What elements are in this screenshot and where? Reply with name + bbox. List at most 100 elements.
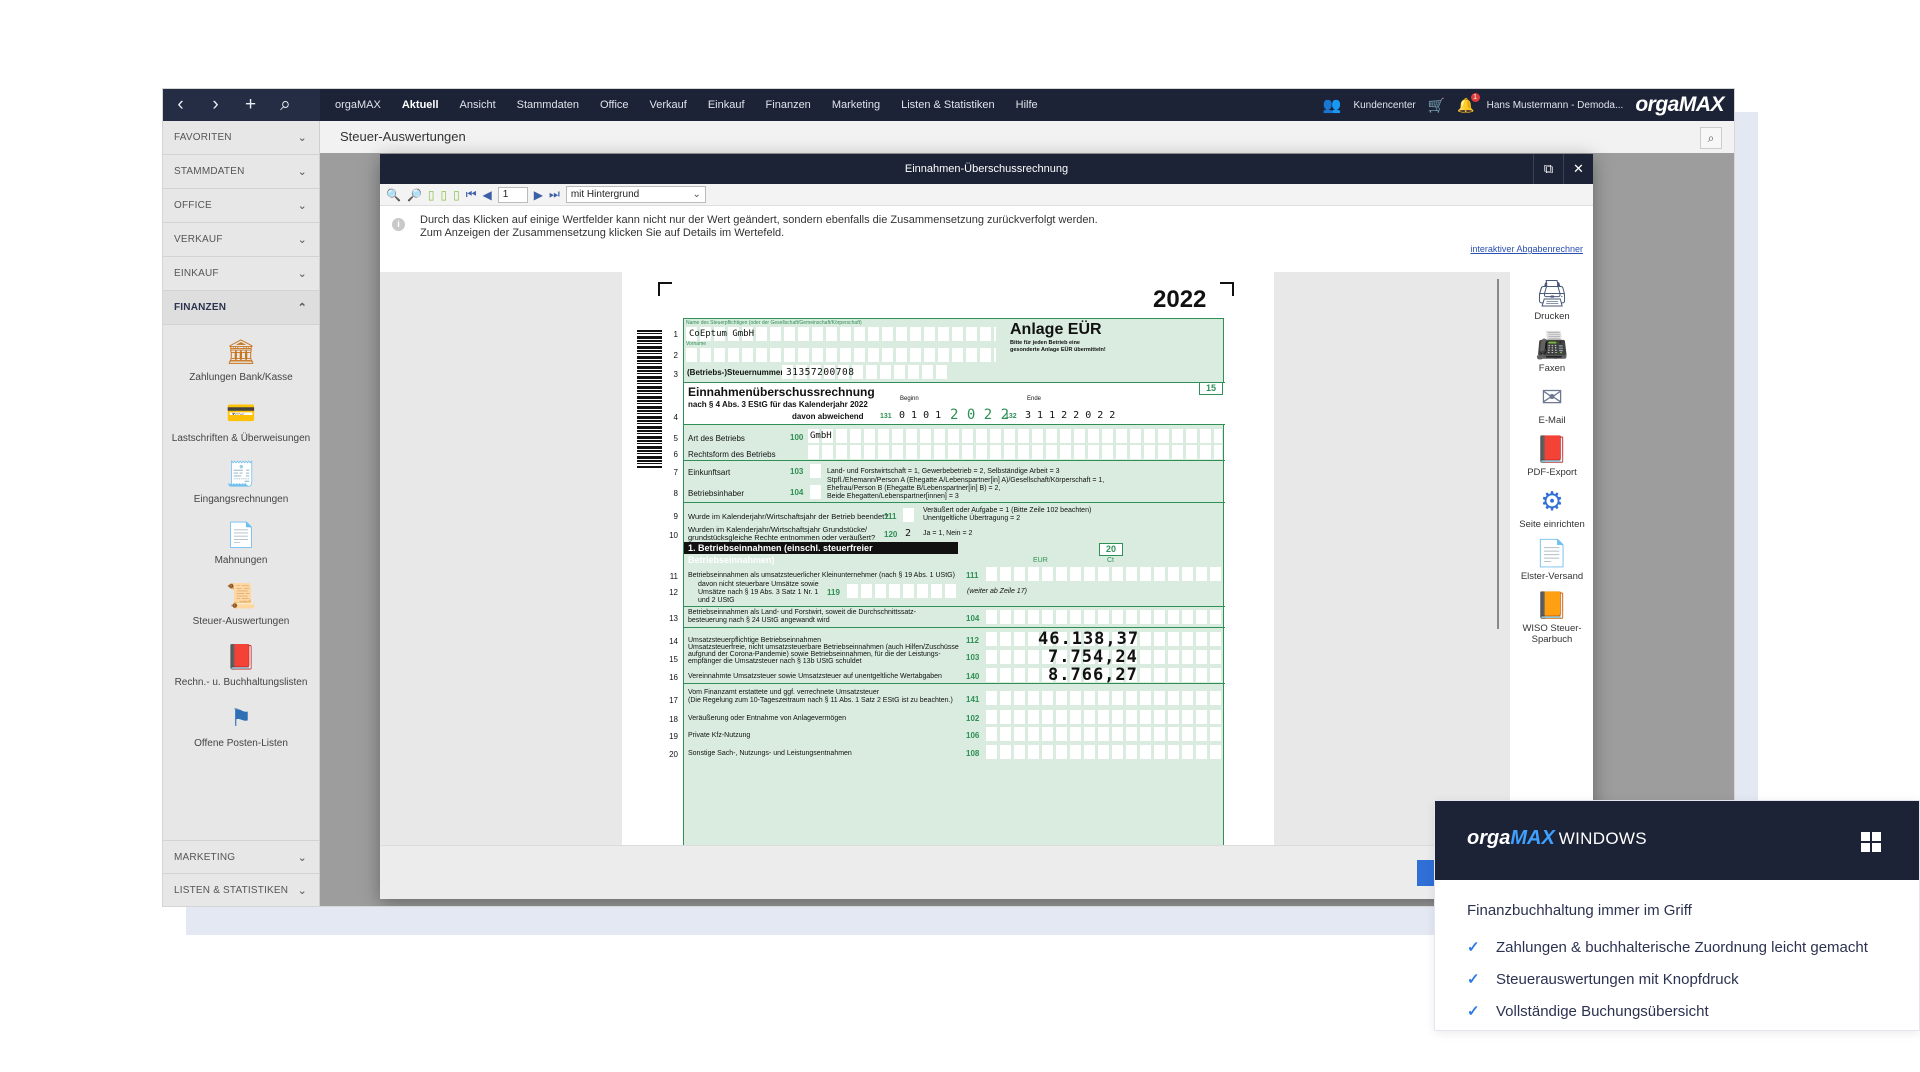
sidebar-section-office[interactable]: OFFICE ⌄ xyxy=(163,189,319,223)
end-date[interactable]: 3 1 1 2 2 0 2 2 xyxy=(1025,410,1115,421)
cart-icon[interactable]: 🛒 xyxy=(1428,97,1445,114)
search-icon[interactable]: ⌕ xyxy=(1700,127,1722,149)
menu-einkauf[interactable]: Einkauf xyxy=(708,99,745,111)
row-note: (weiter ab Zeile 17) xyxy=(967,588,1027,595)
sidebar-section-marketing[interactable]: MARKETING ⌄ xyxy=(163,840,319,874)
bell-icon[interactable]: 🔔 1 xyxy=(1457,92,1480,114)
list-item: ✓ Steuerauswertungen mit Knopfdruck xyxy=(1467,963,1919,995)
last-page-icon[interactable]: ⏭ xyxy=(549,187,560,202)
amount-boxes[interactable] xyxy=(986,691,1222,705)
transfer-icon: 💳 xyxy=(226,399,256,427)
row-code: 108 xyxy=(966,749,980,758)
list-item: ✓ Vollständige Buchungsübersicht xyxy=(1467,995,1919,1027)
menu-aktuell[interactable]: Aktuell xyxy=(402,99,439,111)
amount-boxes[interactable] xyxy=(986,567,1222,581)
books-icon: 📕 xyxy=(226,643,256,671)
viewer-scrollbar[interactable] xyxy=(1497,279,1499,629)
mail-icon: ✉ xyxy=(1541,381,1563,412)
elster-button[interactable]: 📄 Elster-Versand xyxy=(1511,538,1593,583)
zoom-out-icon[interactable]: 🔍 xyxy=(386,188,401,202)
sidebar-section-finanzen[interactable]: FINANZEN ⌃ xyxy=(163,291,319,325)
menu-stammdaten[interactable]: Stammdaten xyxy=(517,99,579,111)
sidebar-item-steuer-auswertungen[interactable]: 📜 Steuer-Auswertungen xyxy=(163,579,319,640)
art-des-betriebs-value[interactable]: GmbH xyxy=(810,431,832,441)
wiso-button[interactable]: 📙 WISO Steuer-Sparbuch xyxy=(1511,590,1593,646)
sidebar-item-label: Mahnungen xyxy=(214,555,268,566)
sidebar-item-label: Rechn.- u. Buchhaltungslisten xyxy=(174,677,308,688)
next-page-icon[interactable]: ▶ xyxy=(534,188,543,202)
anlage-title: Anlage EÜR xyxy=(1010,321,1102,338)
menu-ansicht[interactable]: Ansicht xyxy=(460,99,496,111)
amount-boxes[interactable] xyxy=(986,727,1222,741)
menu-marketing[interactable]: Marketing xyxy=(832,99,880,111)
sidebar-item-mahnungen[interactable]: 📄 Mahnungen xyxy=(163,518,319,579)
vereinnahmte-umsatzsteuer-value[interactable]: 8.766,27 xyxy=(1048,665,1138,685)
sidebar-section-favoriten[interactable]: FAVORITEN ⌄ xyxy=(163,121,319,155)
amount-boxes[interactable] xyxy=(847,584,957,598)
close-icon[interactable]: ✕ xyxy=(1563,154,1593,184)
nav-buttons: ‹ › + ⌕ xyxy=(163,89,320,121)
begin-date-year[interactable]: 2 0 2 2 xyxy=(950,407,1009,423)
amount-boxes[interactable] xyxy=(986,610,1222,624)
section-label: STAMMDATEN xyxy=(174,166,245,177)
grundstuecke-value[interactable]: 2 xyxy=(905,528,911,539)
pdf-export-button[interactable]: 📕 PDF-Export xyxy=(1511,434,1593,479)
menu-listen-statistiken[interactable]: Listen & Statistiken xyxy=(901,99,995,111)
first-page-icon[interactable]: ⏮ xyxy=(466,187,477,202)
sidebar-item-label: Eingangsrechnungen xyxy=(193,494,289,505)
menu-finanzen[interactable]: Finanzen xyxy=(766,99,811,111)
sidebar-item-zahlungen[interactable]: 🏛 Zahlungen Bank/Kasse xyxy=(163,335,319,396)
amount-boxes[interactable] xyxy=(986,745,1222,759)
report-viewer[interactable]: 2022 Name des Steuerpflichtigen (oder de… xyxy=(380,272,1510,852)
popout-icon[interactable]: ⧉ xyxy=(1533,154,1563,184)
print-button[interactable]: 🖨 Drucken xyxy=(1511,278,1593,323)
sidebar-item-rechnungslisten[interactable]: 📕 Rechn.- u. Buchhaltungslisten xyxy=(163,640,319,701)
value-box[interactable] xyxy=(903,508,914,522)
begin-date-day-month[interactable]: 0 1 0 1 xyxy=(899,410,941,421)
row-code: 112 xyxy=(966,636,979,645)
abgabenrechner-link[interactable]: interaktiver Abgabenrechner xyxy=(1470,243,1583,256)
divider xyxy=(684,627,1225,628)
menu-orgamax[interactable]: orgaMAX xyxy=(335,99,381,111)
users-icon[interactable]: 👥 xyxy=(1323,96,1342,114)
fax-button[interactable]: 📠 Faxen xyxy=(1511,330,1593,375)
page-single-icon[interactable]: ▯ xyxy=(428,188,435,202)
sidebar-section-verkauf[interactable]: VERKAUF ⌄ xyxy=(163,223,319,257)
page-setup-button[interactable]: ⚙ Seite einrichten xyxy=(1511,486,1593,531)
sidebar-section-listen[interactable]: LISTEN & STATISTIKEN ⌄ xyxy=(163,874,319,906)
sidebar-section-einkauf[interactable]: EINKAUF ⌄ xyxy=(163,257,319,291)
search-icon[interactable]: ⌕ xyxy=(268,89,303,121)
sidebar-item-lastschriften[interactable]: 💳 Lastschriften & Überweisungen xyxy=(163,396,319,457)
add-icon[interactable]: + xyxy=(233,89,268,121)
page-double-icon[interactable]: ▯ xyxy=(441,188,448,202)
page-number-input[interactable]: 1 xyxy=(497,186,528,203)
value-box[interactable] xyxy=(810,485,821,499)
row-code: 119 xyxy=(827,588,840,597)
email-button[interactable]: ✉ E-Mail xyxy=(1511,381,1593,427)
sidebar-section-stammdaten[interactable]: STAMMDATEN ⌄ xyxy=(163,155,319,189)
amount-boxes[interactable] xyxy=(986,710,1222,724)
umsatzsteuerpflichtige-einnahmen-value[interactable]: 46.138,37 xyxy=(1038,629,1139,649)
line-number: 20 xyxy=(669,750,678,759)
row-label: Vom Finanzamt erstattete und ggf. verrec… xyxy=(688,689,880,696)
background-select[interactable]: mit Hintergrund ⌄ xyxy=(565,186,706,203)
kundencenter-link[interactable]: Kundencenter xyxy=(1353,100,1415,111)
barcode xyxy=(637,330,662,468)
code-132: 132 xyxy=(1005,413,1017,420)
menu-hilfe[interactable]: Hilfe xyxy=(1016,99,1038,111)
umsatzsteuerfreie-einnahmen-value[interactable]: 7.754,24 xyxy=(1048,647,1138,667)
sidebar-item-offene-posten[interactable]: ⚑ Offene Posten-Listen xyxy=(163,701,319,762)
menu-office[interactable]: Office xyxy=(600,99,629,111)
prev-page-icon[interactable]: ◀ xyxy=(483,188,492,202)
steuernummer-value[interactable]: 31357200708 xyxy=(786,367,854,378)
value-box[interactable] xyxy=(810,464,821,478)
forward-icon[interactable]: › xyxy=(198,89,233,121)
sidebar-item-eingangsrechnungen[interactable]: 🧾 Eingangsrechnungen xyxy=(163,457,319,518)
company-name[interactable]: CoEptum GmbH xyxy=(689,329,754,339)
page-width-icon[interactable]: ▯ xyxy=(453,188,460,202)
zoom-in-icon[interactable]: 🔎 xyxy=(407,188,422,202)
back-icon[interactable]: ‹ xyxy=(163,89,198,121)
menu-verkauf[interactable]: Verkauf xyxy=(650,99,687,111)
user-menu[interactable]: Hans Mustermann - Demoda... xyxy=(1487,100,1624,111)
section-heading: 1. Betriebseinnahmen (einschl. steuerfre… xyxy=(684,542,958,565)
